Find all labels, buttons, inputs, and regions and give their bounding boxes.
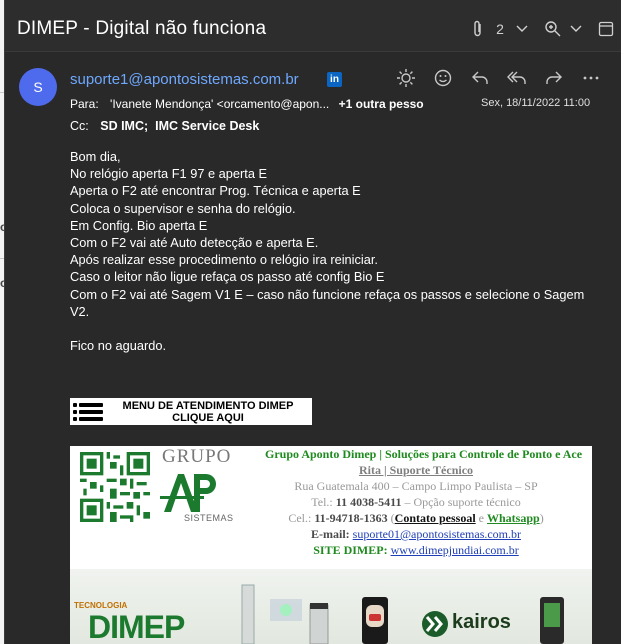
contato-link[interactable]: Contato pessoal (395, 511, 476, 525)
recipients-cc: Cc: SD IMC; IMC Service Desk (70, 119, 259, 133)
body-line: Em Config. Bio aperta E (70, 217, 208, 233)
message-body: Bom dia, No relógio aperta F1 97 e apert… (70, 148, 600, 354)
aponto-logo-icon (160, 474, 216, 512)
tel-label: Tel.: (311, 495, 333, 509)
face-terminal-icon (362, 597, 388, 644)
message-actions (394, 66, 603, 90)
logo-sistemas-text: SISTEMAS (184, 513, 234, 523)
qr-code-icon[interactable] (80, 452, 150, 522)
chevron-down-icon[interactable] (568, 18, 584, 40)
more-icon[interactable] (579, 66, 603, 90)
message-date: Sex, 18/11/2022 11:00 (481, 97, 591, 109)
menu-banner-line: MENU DE ATENDIMENTO DIMEP (122, 399, 294, 412)
body-line: Coloca o supervisor e senha do relógio. (70, 200, 296, 216)
more-recipients-link[interactable]: +1 outra pesso (339, 97, 424, 111)
popout-icon[interactable] (598, 18, 614, 40)
cc-recipient[interactable]: IMC Service Desk (155, 119, 259, 133)
forward-icon[interactable] (542, 66, 566, 90)
greeting: Bom dia, (70, 149, 121, 164)
window-title: DIMEP - Digital não funciona (17, 18, 267, 39)
to-recipient[interactable]: 'Ivanete Mendonça' <orcamento@apon... (110, 97, 329, 111)
cel-label: Cel.: (288, 511, 312, 525)
to-label: Para: (70, 97, 99, 111)
body-line: Caso o leitor não ligue refaça os passo … (70, 269, 385, 285)
body-line: Aperta o F2 até encontrar Prog. Técnica … (70, 183, 361, 199)
chevron-down-icon[interactable] (514, 18, 530, 40)
logo-grupo-text: GRUPO (162, 446, 232, 467)
zoom-icon[interactable] (544, 18, 562, 40)
site-label: SITE DIMEP: (313, 543, 388, 557)
whatsapp-link[interactable]: Whatsapp (487, 511, 540, 525)
signer-name: Rita | Suporte Técnico (358, 463, 474, 477)
tel-number: 11 4038-5411 (335, 495, 402, 509)
email-link[interactable]: suporte01@apontosistemas.com.br (353, 527, 521, 541)
attachment-count: 2 (496, 21, 504, 37)
sender-address[interactable]: suporte1@apontosistemas.com.br (70, 71, 299, 88)
reply-icon[interactable] (468, 66, 492, 90)
menu-banner-text: MENU DE ATENDIMENTO DIMEP CLIQUE AQUI (104, 400, 312, 424)
menu-banner-line: CLIQUE AQUI (172, 411, 244, 424)
address: Rua Guatemala 400 – Campo Limpo Paulista… (294, 479, 538, 493)
products-banner[interactable]: TECNOLOGIA DIMEP kairos (70, 569, 592, 644)
body-line: Após realizar esse procedimento o relógi… (70, 252, 378, 268)
conjunction-text: e (478, 511, 484, 525)
cel-number: 11-94718-1363 (314, 511, 388, 525)
closing: Fico no aguardo. (70, 338, 167, 354)
body-line: No relógio aperta F1 97 e aperta E (70, 166, 268, 182)
cc-label: Cc: (70, 119, 89, 133)
title-bar: DIMEP - Digital não funciona 2 (5, 0, 621, 52)
dimep-logo-text: DIMEP (88, 609, 185, 644)
email-label: E-mail: (310, 527, 350, 541)
menu-list-icon (70, 398, 104, 425)
recipients-to: Para: 'Ivanete Mendonça' <orcamento@apon… (70, 97, 424, 111)
reading-pane-window: DIMEP - Digital não funciona 2 S suporte… (4, 0, 621, 644)
tel-note: – Opção suporte técnico (404, 495, 521, 509)
reply-all-icon[interactable] (505, 66, 529, 90)
turnstile-image-icon (241, 584, 329, 644)
linkedin-icon[interactable]: in (327, 72, 342, 87)
body-line: Com o F2 vai até Sagem V1 E – caso não f… (70, 286, 585, 319)
handheld-device-icon (540, 597, 564, 644)
site-link[interactable]: www.dimepjundiai.com.br (391, 543, 519, 557)
cc-recipient[interactable]: SD IMC; (100, 119, 148, 133)
kairos-logo-icon (422, 611, 448, 637)
menu-atendimento-banner[interactable]: MENU DE ATENDIMENTO DIMEP CLIQUE AQUI (70, 398, 312, 425)
body-line: Com o F2 vai até Auto detecção e aperta … (70, 235, 319, 251)
kairos-logo-text: kairos (452, 611, 511, 633)
paperclip-icon[interactable] (470, 18, 486, 40)
signature-details: Grupo Aponto Dimep | Soluções para Contr… (240, 446, 592, 558)
avatar[interactable]: S (19, 68, 57, 106)
emoji-icon[interactable] (431, 66, 455, 90)
brightness-icon[interactable] (394, 66, 418, 90)
title-bar-tools: 2 (470, 18, 614, 40)
email-signature: GRUPO SISTEMAS Grupo Aponto Dimep | Solu… (70, 446, 592, 644)
company-name: Grupo Aponto Dimep | Soluções para Contr… (265, 447, 583, 461)
